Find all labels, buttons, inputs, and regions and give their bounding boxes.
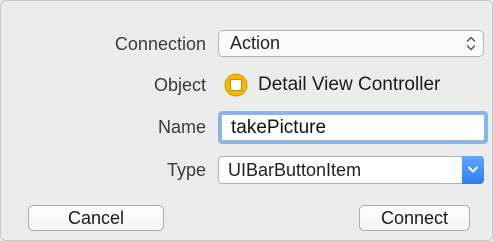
cancel-button[interactable]: Cancel [28, 205, 164, 231]
type-label: Type [166, 160, 206, 180]
connection-value: Action [230, 33, 281, 53]
type-dropdown-button[interactable] [462, 156, 484, 184]
name-label: Name [157, 117, 206, 137]
object-row: Object Detail View Controller [1, 68, 493, 102]
view-controller-icon [224, 73, 248, 97]
connection-row: Connection Action [1, 27, 493, 61]
connect-button[interactable]: Connect [359, 205, 470, 231]
object-value: Detail View Controller [258, 74, 441, 95]
chevron-down-icon [468, 166, 478, 173]
connection-dialog: Connection Action Object Detail View Con… [0, 0, 493, 241]
type-combobox[interactable]: UIBarButtonItem [218, 156, 484, 184]
name-row: Name [1, 110, 493, 144]
object-label: Object [153, 75, 206, 95]
name-input[interactable] [218, 111, 488, 144]
type-row: Type UIBarButtonItem [1, 153, 493, 187]
up-down-arrows-icon [466, 36, 476, 51]
type-value: UIBarButtonItem [228, 160, 362, 180]
connection-popup[interactable]: Action [218, 30, 484, 57]
connection-label: Connection [114, 34, 206, 54]
